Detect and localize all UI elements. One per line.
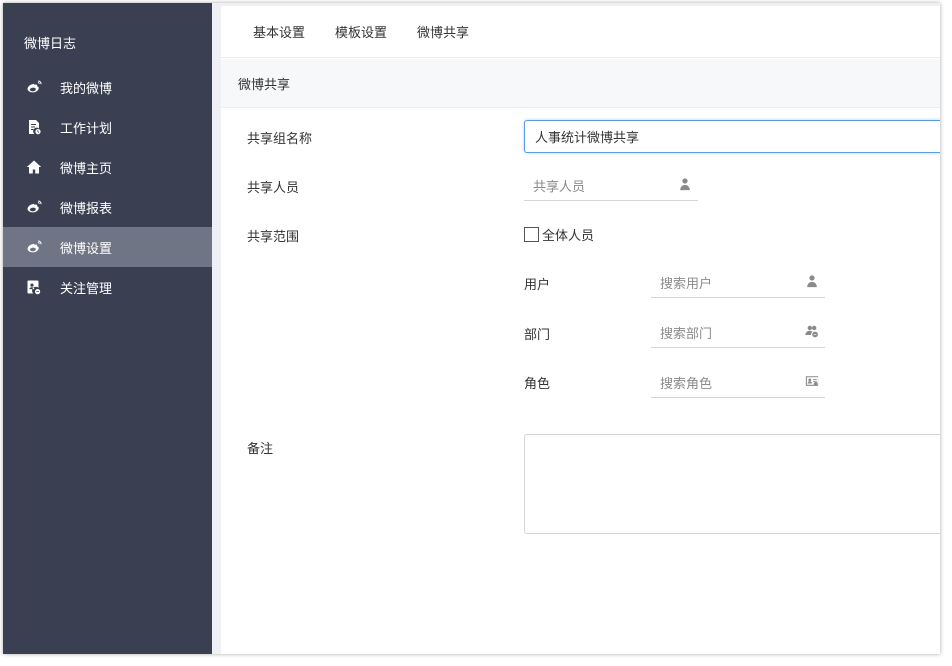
dept-label: 部门 [524,328,551,343]
sidebar-item-my-weibo[interactable]: 我的微博 [3,67,212,107]
tab-template-settings[interactable]: 模板设置 [335,22,387,41]
sidebar: 微博日志 我的微博 工作计划 微博主页 微博报表 微博设置 关注管理 [3,3,212,654]
tab-basic-settings[interactable]: 基本设置 [253,22,305,41]
dept-placeholder: 搜索部门 [660,327,713,342]
scope-label: 共享范围 [247,230,300,245]
members-placeholder: 共享人员 [533,180,586,195]
role-label: 角色 [524,377,551,392]
members-label: 共享人员 [247,181,300,196]
role-placeholder: 搜索角色 [660,377,713,392]
sidebar-title: 微博日志 [24,37,77,52]
user-search-input[interactable]: 搜索用户 [651,268,825,298]
user-label: 用户 [524,278,551,293]
sidebar-item-weibo-home[interactable]: 微博主页 [3,147,212,187]
sidebar-item-label: 微博设置 [60,241,113,257]
weibo-icon [25,198,43,216]
sidebar-item-label: 微博报表 [60,201,113,217]
tab-bar: 基本设置 模板设置 微博共享 [221,6,940,58]
group-name-label: 共享组名称 [247,132,313,147]
all-members-option[interactable]: 全体人员 [524,225,594,244]
section-header: 微博共享 [221,59,940,108]
plan-icon [25,118,43,136]
sidebar-item-label: 工作计划 [60,121,113,137]
sidebar-item-follow-manage[interactable]: 关注管理 [3,267,212,307]
home-icon [25,158,43,176]
user-placeholder: 搜索用户 [660,277,713,292]
tab-weibo-share[interactable]: 微博共享 [417,22,469,41]
dept-search-input[interactable]: 搜索部门 [651,318,825,348]
role-search-input[interactable]: 搜索角色 [651,368,825,398]
id-card-icon [805,374,819,392]
follow-icon [25,278,43,296]
remark-label: 备注 [247,442,274,457]
weibo-icon [25,78,43,96]
sidebar-item-weibo-report[interactable]: 微博报表 [3,187,212,227]
sidebar-item-label: 微博主页 [60,161,113,177]
all-members-label: 全体人员 [542,229,595,244]
app-window: 微博日志 我的微博 工作计划 微博主页 微博报表 微博设置 关注管理 基本设置 … [3,3,940,654]
person-icon [805,274,819,292]
group-name-input[interactable] [524,120,940,153]
all-members-checkbox[interactable] [524,227,539,242]
main-panel: 基本设置 模板设置 微博共享 微博共享 共享组名称 共享人员 共享人员 共享范围… [221,6,940,654]
weibo-icon [25,238,43,256]
sidebar-item-weibo-settings[interactable]: 微博设置 [3,227,212,267]
remark-textarea[interactable] [524,434,940,534]
section-title: 微博共享 [238,77,291,93]
group-icon [805,324,819,342]
sidebar-item-label: 我的微博 [60,81,113,97]
sidebar-item-label: 关注管理 [60,281,113,297]
members-input[interactable]: 共享人员 [524,171,698,201]
sidebar-item-work-plan[interactable]: 工作计划 [3,107,212,147]
person-icon [678,177,692,195]
